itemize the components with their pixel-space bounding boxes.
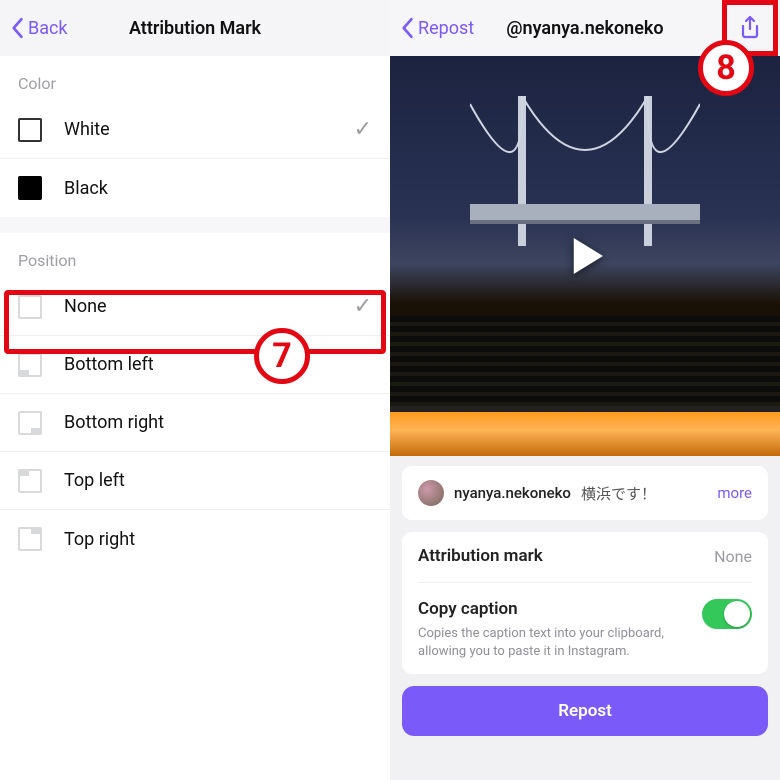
copy-caption-desc: Copies the caption text into your clipbo…: [418, 625, 678, 660]
share-button[interactable]: [730, 8, 770, 48]
attribution-mark-row[interactable]: Attribution mark None: [418, 546, 752, 566]
caption-card[interactable]: nyanya.nekoneko 横浜です！ more: [402, 466, 768, 520]
option-label: Black: [64, 178, 108, 199]
share-icon: [738, 15, 762, 41]
color-option-black[interactable]: Black: [0, 159, 390, 217]
back-button[interactable]: Back: [8, 0, 68, 56]
avatar: [418, 480, 444, 506]
position-option-top-right[interactable]: Top right: [0, 510, 390, 568]
caption-more-link[interactable]: more: [717, 484, 752, 502]
position-tl-icon: [18, 469, 42, 493]
attribution-mark-label: Attribution mark: [418, 546, 543, 566]
attribution-mark-value: None: [714, 547, 752, 566]
color-option-white[interactable]: White ✓: [0, 101, 390, 159]
position-option-top-left[interactable]: Top left: [0, 452, 390, 510]
swatch-white-icon: [18, 118, 42, 142]
chevron-left-icon: [398, 17, 416, 39]
position-none-icon: [18, 295, 42, 319]
position-tr-icon: [18, 527, 42, 551]
back-button-repost[interactable]: Repost: [398, 0, 474, 56]
check-icon: ✓: [354, 117, 372, 142]
section-label-position: Position: [0, 233, 390, 278]
page-title-username: @nyanya.nekoneko: [506, 18, 663, 39]
page-title: Attribution Mark: [129, 18, 261, 39]
option-label: Bottom right: [64, 412, 164, 433]
settings-card: Attribution mark None Copy caption Copie…: [402, 532, 768, 674]
repost-screen: Repost @nyanya.nekoneko nyanya.nekoneko …: [390, 0, 780, 780]
position-br-icon: [18, 411, 42, 435]
option-label: None: [64, 296, 107, 317]
caption-username: nyanya.nekoneko: [454, 484, 571, 502]
option-label: Bottom left: [64, 354, 154, 375]
check-icon: ✓: [354, 294, 372, 319]
caption-text: 横浜です！: [581, 483, 656, 504]
header: Repost @nyanya.nekoneko: [390, 0, 780, 56]
repost-button[interactable]: Repost: [402, 686, 768, 736]
play-icon: [558, 229, 612, 283]
media-preview[interactable]: [390, 56, 780, 456]
position-option-none[interactable]: None ✓: [0, 278, 390, 336]
position-bl-icon: [18, 353, 42, 377]
swatch-black-icon: [18, 176, 42, 200]
option-label: Top left: [64, 470, 125, 491]
option-label: Top right: [64, 529, 135, 550]
copy-caption-label: Copy caption: [418, 599, 678, 619]
section-label-color: Color: [0, 56, 390, 101]
copy-caption-row: Copy caption Copies the caption text int…: [418, 582, 752, 660]
attribution-mark-screen: Back Attribution Mark Color White ✓ Blac…: [0, 0, 390, 780]
header: Back Attribution Mark: [0, 0, 390, 56]
position-option-bottom-right[interactable]: Bottom right: [0, 394, 390, 452]
back-label: Back: [28, 18, 68, 39]
position-option-bottom-left[interactable]: Bottom left: [0, 336, 390, 394]
copy-caption-toggle[interactable]: [702, 599, 752, 629]
option-label: White: [64, 119, 110, 140]
repost-button-label: Repost: [558, 701, 612, 721]
back-label: Repost: [418, 18, 474, 39]
chevron-left-icon: [8, 17, 26, 39]
